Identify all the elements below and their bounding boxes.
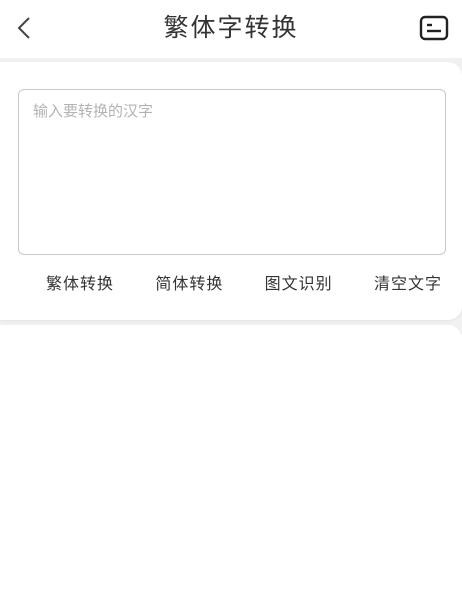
hanzi-input[interactable] (18, 89, 446, 255)
traditional-convert-button[interactable]: 繁体转换 (34, 269, 126, 299)
app-header: 繁体字转换 (0, 0, 462, 58)
clear-text-button[interactable]: 清空文字 (362, 269, 454, 299)
simplified-convert-button[interactable]: 简体转换 (143, 269, 235, 299)
action-bar: 繁体转换 简体转换 图文识别 清空文字 (34, 269, 454, 299)
result-card (0, 325, 462, 603)
menu-button[interactable] (416, 10, 452, 46)
ocr-button[interactable]: 图文识别 (253, 269, 345, 299)
page-title: 繁体字转换 (163, 13, 299, 42)
document-list-icon (419, 15, 449, 41)
input-card: 繁体转换 简体转换 图文识别 清空文字 (0, 62, 462, 320)
